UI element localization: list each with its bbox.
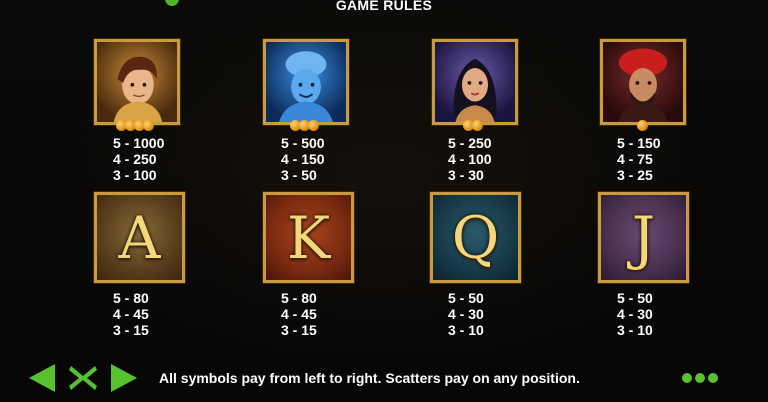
- pay-3: 3 - 100: [113, 167, 157, 183]
- pay-3: 3 - 10: [448, 322, 484, 338]
- pay-4: 4 - 100: [448, 151, 492, 167]
- letter-k-icon: K: [286, 203, 331, 272]
- coin-marker-genie: [290, 120, 319, 132]
- pay-5: 5 - 1000: [113, 135, 165, 151]
- paytable-k: 5 - 80 4 - 45 3 - 15: [281, 290, 361, 338]
- pay-5: 5 - 80: [281, 290, 317, 306]
- dot: [695, 373, 705, 383]
- pay-3: 3 - 10: [617, 322, 653, 338]
- symbol-k: K: [263, 192, 354, 283]
- pay-3: 3 - 30: [448, 167, 484, 183]
- pay-4: 4 - 250: [113, 151, 157, 167]
- paytable-q: 5 - 50 4 - 30 3 - 10: [448, 290, 528, 338]
- letter-j-icon: J: [631, 203, 656, 272]
- coin-icon: [637, 120, 648, 131]
- paytable-princess: 5 - 250 4 - 100 3 - 30: [448, 135, 528, 183]
- pay-4: 4 - 30: [448, 306, 484, 322]
- pay-5: 5 - 150: [617, 135, 661, 151]
- paytable-a: 5 - 80 4 - 45 3 - 15: [113, 290, 193, 338]
- pay-4: 4 - 75: [617, 151, 653, 167]
- pay-4: 4 - 150: [281, 151, 325, 167]
- genie-portrait-icon: [266, 42, 346, 122]
- pay-4: 4 - 45: [113, 306, 149, 322]
- symbol-q: Q: [430, 192, 521, 283]
- coin-icon: [308, 120, 319, 131]
- pay-3: 3 - 50: [281, 167, 317, 183]
- letter-q-icon: Q: [451, 203, 500, 272]
- symbol-sultan: [600, 39, 686, 125]
- pay-3: 3 - 15: [281, 322, 317, 338]
- princess-portrait-icon: [435, 42, 515, 122]
- coin-marker-sultan: [637, 120, 648, 132]
- dot: [682, 373, 692, 383]
- pay-4: 4 - 30: [617, 306, 653, 322]
- paytable-genie: 5 - 500 4 - 150 3 - 50: [281, 135, 361, 183]
- paytable-hero: 5 - 1000 4 - 250 3 - 100: [113, 135, 193, 183]
- pay-5: 5 - 50: [617, 290, 653, 306]
- pay-5: 5 - 500: [281, 135, 325, 151]
- pay-5: 5 - 250: [448, 135, 492, 151]
- coin-icon: [143, 120, 154, 131]
- symbol-j: J: [598, 192, 689, 283]
- hero-portrait-icon: [97, 42, 177, 122]
- pay-5: 5 - 80: [113, 290, 149, 306]
- paytable-j: 5 - 50 4 - 30 3 - 10: [617, 290, 697, 338]
- pay-5: 5 - 50: [448, 290, 484, 306]
- sultan-portrait-icon: [603, 42, 683, 122]
- paytable-sultan: 5 - 150 4 - 75 3 - 25: [617, 135, 697, 183]
- footer-rules-text: All symbols pay from left to right. Scat…: [159, 370, 580, 386]
- symbol-genie: [263, 39, 349, 125]
- coin-marker-princess: [463, 120, 483, 132]
- pay-3: 3 - 25: [617, 167, 653, 183]
- page-title: GAME RULES: [335, 0, 433, 13]
- arrow-right-icon[interactable]: [109, 362, 139, 394]
- symbol-a: A: [94, 192, 185, 283]
- letter-a-icon: A: [118, 203, 161, 272]
- symbol-hero: [94, 39, 180, 125]
- symbol-princess: [432, 39, 518, 125]
- dot: [708, 373, 718, 383]
- coin-marker-hero: [116, 120, 154, 132]
- coin-icon: [472, 120, 483, 131]
- arrow-left-icon[interactable]: [27, 362, 57, 394]
- pay-4: 4 - 45: [281, 306, 317, 322]
- dots-menu-icon[interactable]: [682, 373, 718, 383]
- close-x-icon[interactable]: [66, 362, 100, 394]
- pay-3: 3 - 15: [113, 322, 149, 338]
